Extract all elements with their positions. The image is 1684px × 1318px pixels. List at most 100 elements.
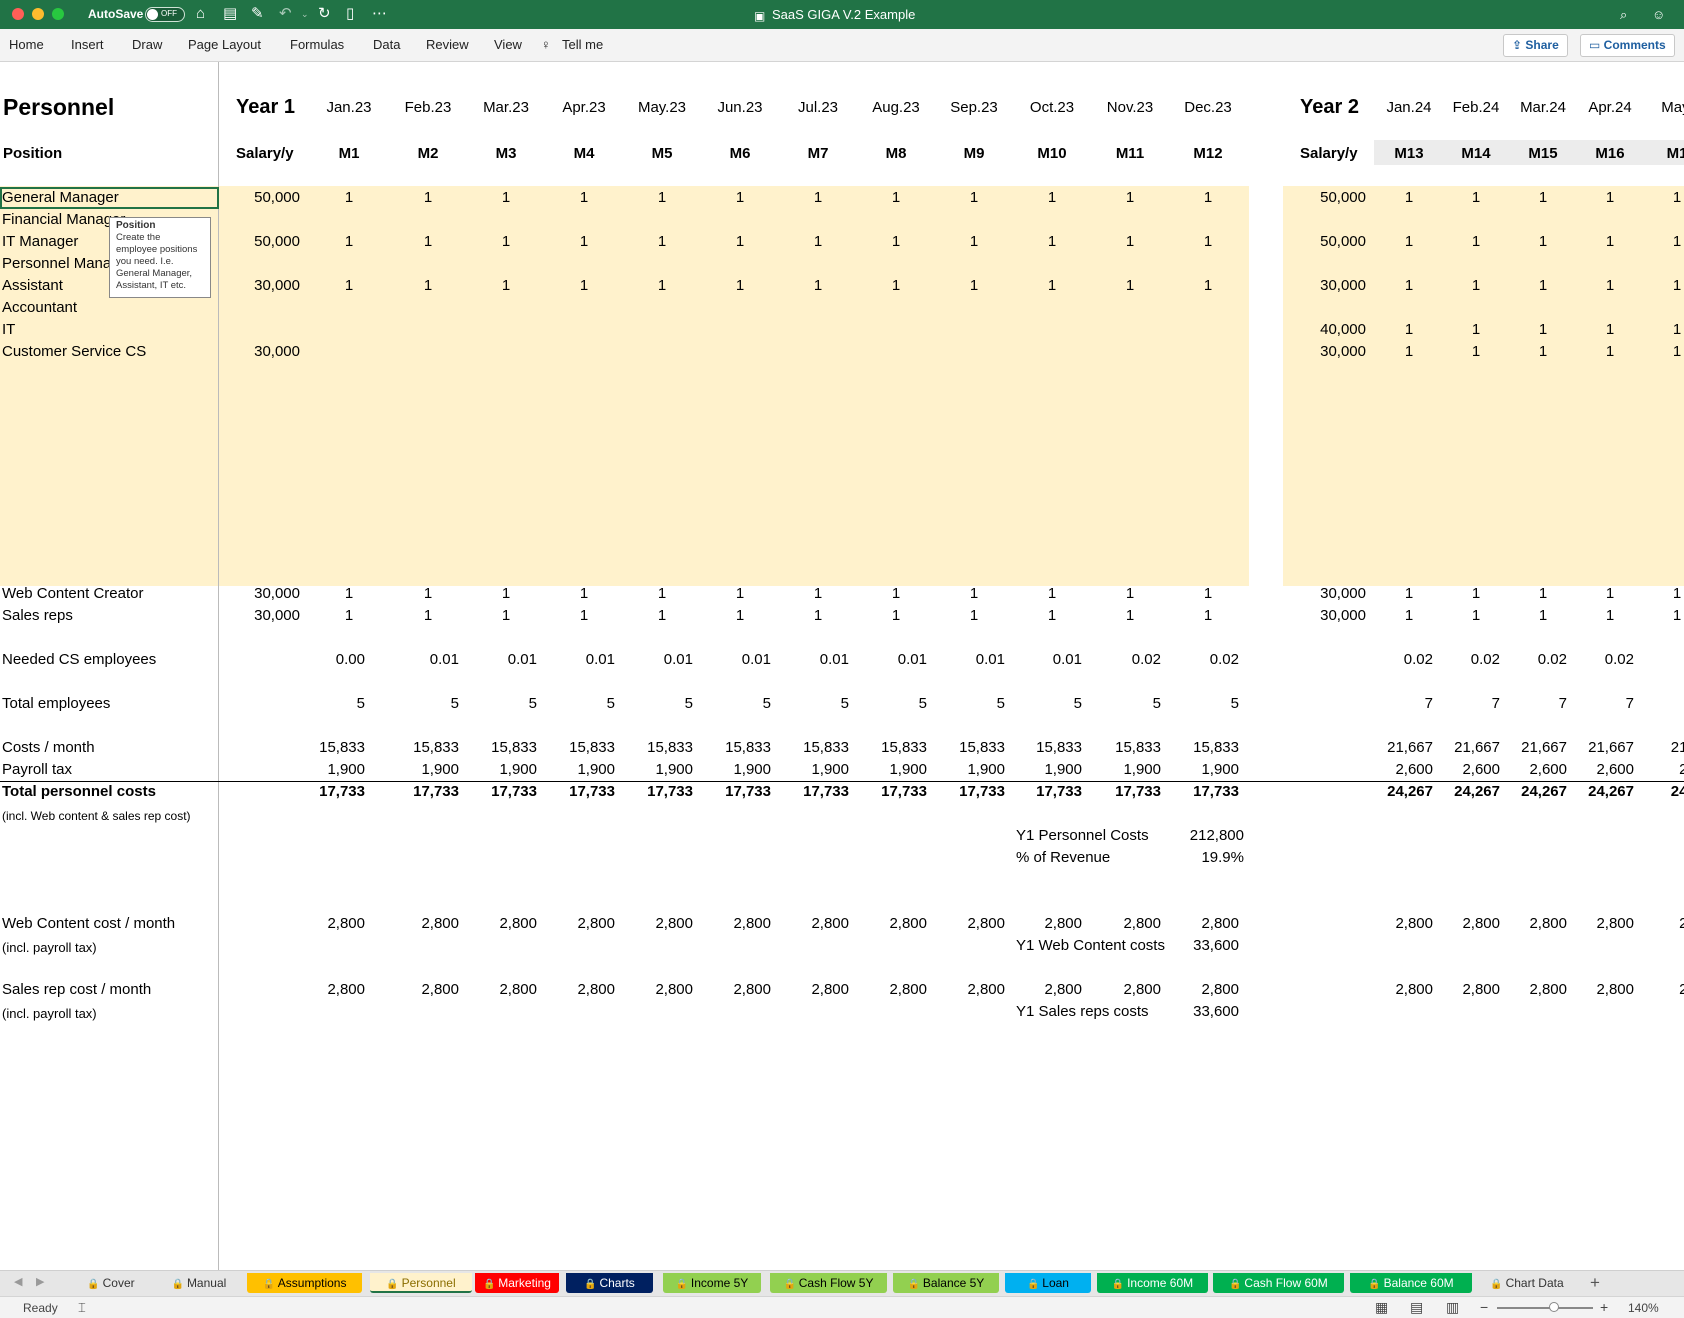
headcount-cell[interactable]: 1 <box>1580 342 1640 362</box>
value-cell[interactable]: 2,800 <box>613 914 693 934</box>
headcount-cell[interactable]: 1 <box>788 232 848 252</box>
headcount-cell[interactable]: 1 <box>788 584 848 604</box>
headcount-cell[interactable]: 1 <box>1580 320 1640 340</box>
value-cell[interactable]: 2,800 <box>691 980 771 1000</box>
value-cell[interactable]: 17,733 <box>769 782 849 802</box>
headcount-cell[interactable]: 1 <box>632 188 692 208</box>
headcount-cell[interactable]: 1 <box>866 188 926 208</box>
sheet-tab[interactable]: 🔒 Balance 5Y <box>893 1273 999 1293</box>
headcount-cell[interactable]: 1 <box>476 232 536 252</box>
headcount-cell[interactable]: 1 <box>1580 606 1640 626</box>
value-cell[interactable]: 0.02 <box>1081 650 1161 670</box>
value-cell[interactable]: 2,800 <box>1002 980 1082 1000</box>
value-cell[interactable]: 15,833 <box>1002 738 1082 758</box>
tab-draw[interactable]: Draw <box>132 37 162 52</box>
accessibility-icon[interactable]: ⌶ <box>78 1300 86 1316</box>
value-cell[interactable]: 1,900 <box>1159 760 1239 780</box>
tab-home[interactable]: Home <box>9 37 44 52</box>
zoom-level[interactable]: 140% <box>1628 1301 1659 1315</box>
value-cell[interactable]: 1,900 <box>613 760 693 780</box>
value-cell[interactable]: 15,833 <box>847 738 927 758</box>
value-cell[interactable]: 0.01 <box>379 650 459 670</box>
tab-formulas[interactable]: Formulas <box>290 37 344 52</box>
headcount-cell[interactable]: 1 <box>1178 232 1238 252</box>
headcount-cell[interactable]: 1 <box>1022 584 1082 604</box>
headcount-cell[interactable]: 1 <box>1178 584 1238 604</box>
value-cell[interactable]: 15,833 <box>691 738 771 758</box>
value-cell[interactable]: 0. <box>1620 650 1684 670</box>
zoom-slider[interactable] <box>1497 1302 1593 1312</box>
headcount-cell[interactable]: 1 <box>1446 342 1506 362</box>
share-button[interactable]: ⇪ Share <box>1503 34 1568 57</box>
value-cell[interactable]: 2,800 <box>769 914 849 934</box>
more-icon[interactable]: ⋯ <box>372 5 387 23</box>
value-cell[interactable]: 2,800 <box>925 914 1005 934</box>
value-cell[interactable]: 1,900 <box>535 760 615 780</box>
salary-y2[interactable]: 40,000 <box>1286 320 1366 340</box>
zoom-slider-handle[interactable] <box>1549 1302 1559 1312</box>
headcount-cell[interactable]: 1 <box>710 584 770 604</box>
headcount-cell[interactable]: 1 <box>1647 584 1684 604</box>
headcount-cell[interactable]: 1 <box>1100 276 1160 296</box>
headcount-cell[interactable]: 1 <box>398 606 458 626</box>
headcount-cell[interactable]: 1 <box>944 188 1004 208</box>
tab-review[interactable]: Review <box>426 37 469 52</box>
scroll-right-icon[interactable]: ▶ <box>36 1275 44 1288</box>
value-cell[interactable]: 2,800 <box>379 914 459 934</box>
value-cell[interactable]: 15,833 <box>613 738 693 758</box>
headcount-cell[interactable]: 1 <box>632 232 692 252</box>
value-cell[interactable]: 17,733 <box>613 782 693 802</box>
tab-view[interactable]: View <box>494 37 522 52</box>
undo-dropdown-icon[interactable]: ⌄ <box>301 5 309 23</box>
salary-y2[interactable]: 30,000 <box>1286 606 1366 626</box>
headcount-cell[interactable]: 1 <box>1178 276 1238 296</box>
headcount-cell[interactable]: 1 <box>1446 606 1506 626</box>
value-cell[interactable]: 1,900 <box>285 760 365 780</box>
salary-y2[interactable]: 30,000 <box>1286 342 1366 362</box>
redo-icon[interactable]: ↻ <box>318 5 331 23</box>
value-cell[interactable]: 17,733 <box>379 782 459 802</box>
headcount-cell[interactable]: 1 <box>1513 232 1573 252</box>
home-icon[interactable]: ⌂ <box>196 5 205 23</box>
value-cell[interactable]: 15,833 <box>769 738 849 758</box>
value-cell[interactable]: 17,733 <box>1159 782 1239 802</box>
sheet-tab[interactable]: 🔒 Assumptions <box>247 1273 362 1293</box>
tell-me-search[interactable]: Tell me <box>562 37 603 52</box>
value-cell[interactable]: 2,800 <box>379 980 459 1000</box>
value-cell[interactable]: 5 <box>379 694 459 714</box>
value-cell[interactable]: 2,800 <box>535 914 615 934</box>
tab-insert[interactable]: Insert <box>71 37 104 52</box>
headcount-cell[interactable]: 1 <box>1446 232 1506 252</box>
position-name[interactable]: Customer Service CS <box>2 342 146 362</box>
salary-y2[interactable]: 30,000 <box>1286 276 1366 296</box>
value-cell[interactable]: 0.01 <box>691 650 771 670</box>
position-name[interactable]: IT Manager <box>2 232 78 252</box>
value-cell[interactable]: 2,800 <box>925 980 1005 1000</box>
salary-y2[interactable]: 50,000 <box>1286 188 1366 208</box>
salary-y2[interactable]: 30,000 <box>1286 584 1366 604</box>
page-layout-view-icon[interactable]: ▤ <box>1410 1299 1423 1316</box>
headcount-cell[interactable]: 1 <box>1178 188 1238 208</box>
value-cell[interactable]: 2,800 <box>769 980 849 1000</box>
value-cell[interactable]: 24,2 <box>1620 782 1684 802</box>
value-cell[interactable]: 5 <box>1081 694 1161 714</box>
headcount-cell[interactable]: 1 <box>944 276 1004 296</box>
salary-y1[interactable]: 30,000 <box>220 276 300 296</box>
headcount-cell[interactable]: 1 <box>632 276 692 296</box>
value-cell[interactable]: 2,800 <box>847 914 927 934</box>
sheet-tab[interactable]: 🔒 Cover <box>73 1273 149 1293</box>
value-cell[interactable]: 0.01 <box>535 650 615 670</box>
tab-data[interactable]: Data <box>373 37 400 52</box>
headcount-cell[interactable]: 1 <box>1647 232 1684 252</box>
search-icon[interactable]: ⌕ <box>1620 6 1627 24</box>
headcount-cell[interactable]: 1 <box>788 276 848 296</box>
headcount-cell[interactable]: 1 <box>398 276 458 296</box>
value-cell[interactable]: 1,900 <box>1081 760 1161 780</box>
value-cell[interactable]: 15,833 <box>379 738 459 758</box>
value-cell[interactable]: 5 <box>1002 694 1082 714</box>
value-cell[interactable]: 15,833 <box>925 738 1005 758</box>
headcount-cell[interactable]: 1 <box>1379 606 1439 626</box>
headcount-cell[interactable]: 1 <box>944 606 1004 626</box>
salary-y1[interactable]: 30,000 <box>220 584 300 604</box>
value-cell[interactable]: 2,800 <box>285 980 365 1000</box>
